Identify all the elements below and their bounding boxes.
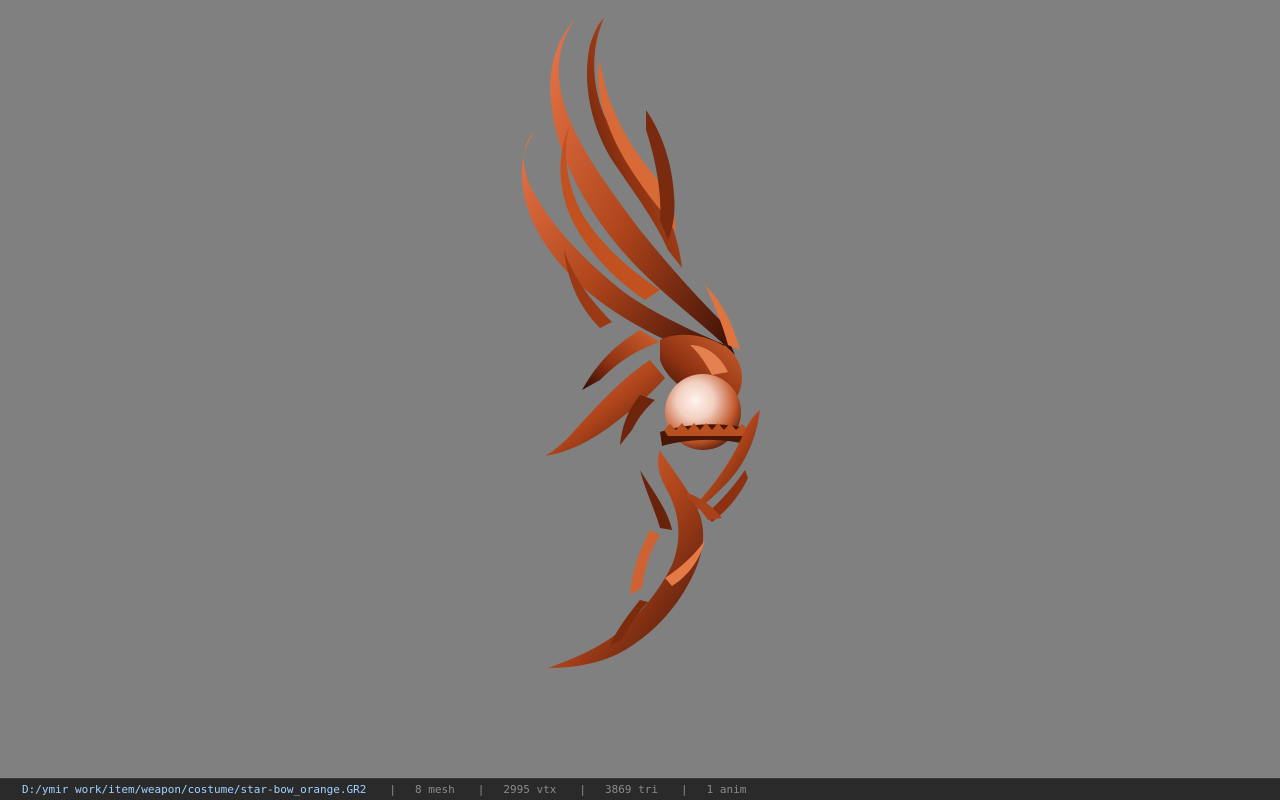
triangle-count: 3869 tri: [604, 783, 658, 796]
separator: |: [477, 783, 485, 796]
separator: |: [389, 783, 396, 796]
3d-viewport[interactable]: [0, 0, 1280, 778]
bow-model: [521, 18, 760, 668]
anim-count: 1 anim: [706, 783, 747, 796]
left-spikes: [545, 330, 665, 456]
status-bar: D:/ymir work/item/weapon/costume/star-bo…: [0, 778, 1280, 800]
separator: |: [579, 783, 586, 796]
mesh-count: 8 mesh: [415, 783, 455, 796]
separator: |: [680, 783, 688, 796]
vertex-count: 2995 vtx: [503, 783, 557, 796]
center-ornament: [660, 334, 752, 450]
lower-limb: [548, 450, 722, 668]
upper-wing: [521, 18, 740, 360]
file-path: D:/ymir work/item/weapon/costume/star-bo…: [22, 783, 367, 796]
